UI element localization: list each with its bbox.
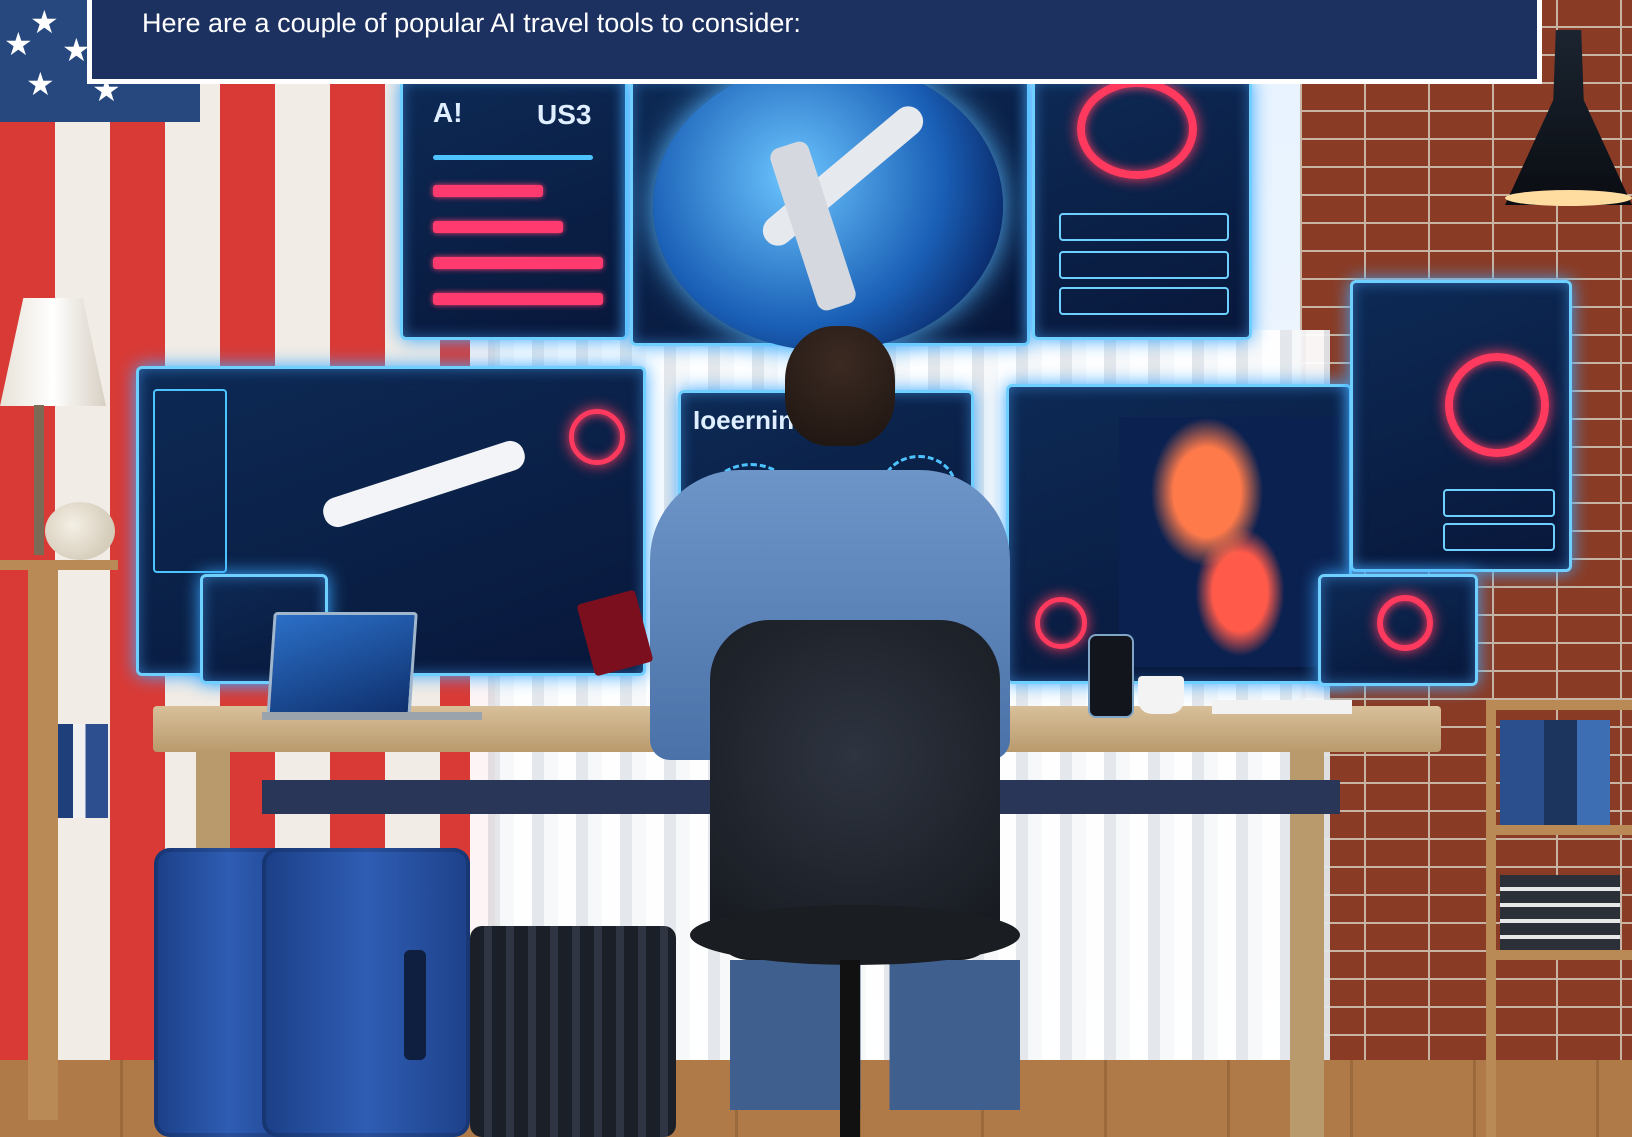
panel-header: US3 [537,99,592,130]
status-bar [433,257,603,269]
person-head [785,326,895,446]
status-bar [433,185,543,197]
office-chair-post [840,960,860,1137]
holo-panel-map [1006,384,1352,684]
smartphone [1088,634,1134,718]
status-bar [433,155,593,160]
holo-panel-small [1318,574,1478,686]
lamp-stem [34,405,44,555]
shelf-side [28,560,58,1120]
target-ring-icon [1077,79,1197,179]
books [1500,875,1620,950]
star-icon: ★ [26,66,55,102]
status-bar [433,221,563,233]
star-icon: ★ [4,26,33,62]
shelf-board [0,560,118,570]
sidebar-frame [153,389,227,573]
office-chair-seat [690,905,1020,965]
world-map-graphic [1119,417,1339,667]
star-icon: ★ [30,4,59,40]
shelf-board [1486,825,1632,835]
person-legs [730,960,1020,1110]
shelf-board [1486,950,1632,960]
caption-banner: Here are a couple of popular AI travel t… [87,0,1542,84]
panel-title: Ioeernin [693,405,795,435]
airplane-icon [319,437,529,531]
target-ring-icon [1035,597,1087,649]
laptop [266,612,418,720]
books [58,724,108,818]
holo-panel-globe [630,61,1030,351]
books [1500,720,1610,825]
scene-image: ★ ★ ★ ★ ★ A! US3 Ioeernin [0,0,1632,1137]
shelf-board [1486,700,1632,710]
holo-panel-right [1350,280,1572,572]
suitcase-dark [470,926,676,1137]
target-ring-icon [1445,353,1549,457]
globe-ornament [45,502,115,560]
panel-header: A! [433,97,463,128]
menu-slot [1443,489,1555,517]
suitcase-handle [404,950,426,1060]
caption-text: Here are a couple of popular AI travel t… [142,8,801,38]
menu-slot [1443,523,1555,551]
holo-panel-top-left: A! US3 [400,78,628,340]
suitcase-blue [262,848,470,1137]
laptop-base [262,712,482,720]
target-ring-icon [1377,595,1433,651]
holo-panel-top-right [1032,78,1252,340]
status-bar [433,293,603,305]
menu-slot [1059,287,1229,315]
menu-slot [1059,213,1229,241]
documents [1212,700,1352,714]
shelf-side [1486,700,1496,1137]
target-ring-icon [569,409,625,465]
menu-slot [1059,251,1229,279]
pendant-lamp-glow [1505,190,1632,206]
coffee-mug [1138,676,1184,714]
